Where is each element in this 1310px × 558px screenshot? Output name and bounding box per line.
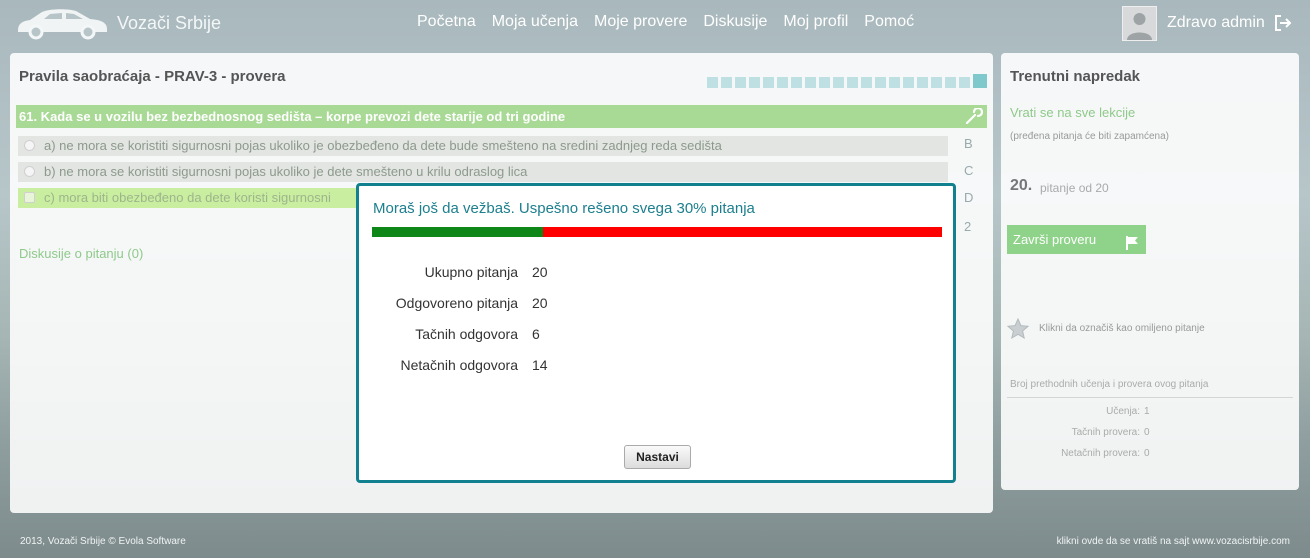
progress-square[interactable] <box>847 77 858 88</box>
progress-square[interactable] <box>805 77 816 88</box>
answer-option-b[interactable]: b) ne mora se koristiti sigurnosni pojas… <box>18 162 948 182</box>
radio-a[interactable] <box>24 140 35 151</box>
footer-back-link[interactable]: klikni ovde da se vratiš na sajt www.voz… <box>1057 536 1290 547</box>
progress-square[interactable] <box>945 77 956 88</box>
divider <box>1007 397 1293 398</box>
progress-square[interactable] <box>959 77 970 88</box>
result-title: Moraš još da vežbaš. Uspešno rešeno sveg… <box>373 200 755 217</box>
answer-label: a) ne mora se koristiti sigurnosni pojas… <box>44 138 722 153</box>
stat-label: Učenja: <box>1106 406 1140 417</box>
nav-item-pomoc[interactable]: Pomoć <box>856 13 922 31</box>
continue-button[interactable]: Nastavi <box>624 445 691 469</box>
progress-square[interactable] <box>917 77 928 88</box>
nav-item-diskusije[interactable]: Diskusije <box>695 13 775 31</box>
avatar[interactable] <box>1122 6 1157 41</box>
progress-square[interactable] <box>973 74 987 88</box>
stats-heading: Broj prethodnih učenja i provera ovog pi… <box>1010 379 1209 390</box>
result-value: 6 <box>532 326 540 342</box>
result-value: 20 <box>532 264 548 280</box>
answer-option-a[interactable]: a) ne mora se koristiti sigurnosni pojas… <box>18 136 948 156</box>
back-to-lessons-link[interactable]: Vrati se na sve lekcije <box>1010 105 1135 120</box>
flag-icon <box>1124 232 1140 261</box>
side-letter: C <box>964 163 974 178</box>
finish-button-label: Završi proveru <box>1013 232 1097 247</box>
question-of-total: pitanje od 20 <box>1040 181 1109 195</box>
side-letter: B <box>964 136 973 151</box>
progress-panel: Trenutni napredak Vrati se na sve lekcij… <box>1001 53 1299 490</box>
side-title: Trenutni napredak <box>1010 68 1141 85</box>
stat-label: Netačnih provera: <box>1061 448 1140 459</box>
result-bar-fill <box>372 227 543 237</box>
car-logo-icon[interactable] <box>14 6 110 45</box>
stat-value: 1 <box>1144 406 1150 417</box>
answer-label: b) ne mora se koristiti sigurnosni pojas… <box>44 164 528 179</box>
progress-square[interactable] <box>861 77 872 88</box>
result-dialog: Moraš još da vežbaš. Uspešno rešeno sveg… <box>356 183 956 483</box>
nav-item-moje-provere[interactable]: Moje provere <box>586 13 695 31</box>
progress-square[interactable] <box>707 77 718 88</box>
finish-test-button[interactable]: Završi proveru <box>1007 225 1146 254</box>
star-icon[interactable] <box>1006 317 1030 345</box>
main-nav: Početna Moja učenja Moje provere Diskusi… <box>412 13 922 31</box>
result-value: 20 <box>532 295 548 311</box>
radio-b[interactable] <box>24 166 35 177</box>
logout-icon[interactable] <box>1274 14 1292 37</box>
page-title: Pravila saobraćaja - PRAV-3 - provera <box>19 68 286 85</box>
top-navigation: Vozači Srbije Početna Moja učenja Moje p… <box>0 0 1310 48</box>
current-question-number: 20. <box>1010 177 1033 194</box>
result-label: Tačnih odgovora <box>415 326 518 342</box>
progress-square[interactable] <box>749 77 760 88</box>
progress-square[interactable] <box>931 77 942 88</box>
nav-item-moja-ucenja[interactable]: Moja učenja <box>484 13 586 31</box>
brand-name[interactable]: Vozači Srbije <box>117 13 221 34</box>
answer-label: c) mora biti obezbeđeno da dete koristi … <box>44 190 331 205</box>
side-letter: 2 <box>964 219 972 234</box>
progress-square[interactable] <box>903 77 914 88</box>
progress-square[interactable] <box>777 77 788 88</box>
side-note: (pređena pitanja će biti zapamćena) <box>1010 131 1169 142</box>
question-label: 61. Kada se u vozilu bez bezbednosnog se… <box>19 109 566 124</box>
footer-copyright: 2013, Vozači Srbije © Evola Software <box>20 536 186 547</box>
result-label: Netačnih odgovora <box>400 357 518 373</box>
progress-square[interactable] <box>791 77 802 88</box>
wrench-icon[interactable] <box>965 106 984 132</box>
progress-square[interactable] <box>889 77 900 88</box>
stat-value: 0 <box>1144 448 1150 459</box>
progress-square[interactable] <box>735 77 746 88</box>
progress-square[interactable] <box>763 77 774 88</box>
progress-square[interactable] <box>833 77 844 88</box>
result-label: Ukupno pitanja <box>424 264 518 280</box>
discussion-link[interactable]: Diskusije o pitanju (0) <box>19 246 143 261</box>
stat-label: Tačnih provera: <box>1071 427 1140 438</box>
side-letter: D <box>964 190 974 205</box>
radio-c[interactable] <box>24 192 35 203</box>
question-text: 61. Kada se u vozilu bez bezbednosnog se… <box>16 105 987 128</box>
favorite-text[interactable]: Klikni da označiš kao omiljeno pitanje <box>1039 323 1205 334</box>
nav-item-moj-profil[interactable]: Moj profil <box>775 13 856 31</box>
result-bar <box>372 227 942 237</box>
result-value: 14 <box>532 357 548 373</box>
question-progress <box>707 74 987 88</box>
progress-square[interactable] <box>819 77 830 88</box>
result-label: Odgovoreno pitanja <box>395 295 518 311</box>
user-greeting[interactable]: Zdravo admin <box>1167 14 1265 32</box>
progress-square[interactable] <box>875 77 886 88</box>
stat-value: 0 <box>1144 427 1150 438</box>
nav-item-pocetna[interactable]: Početna <box>412 13 484 31</box>
progress-square[interactable] <box>721 77 732 88</box>
